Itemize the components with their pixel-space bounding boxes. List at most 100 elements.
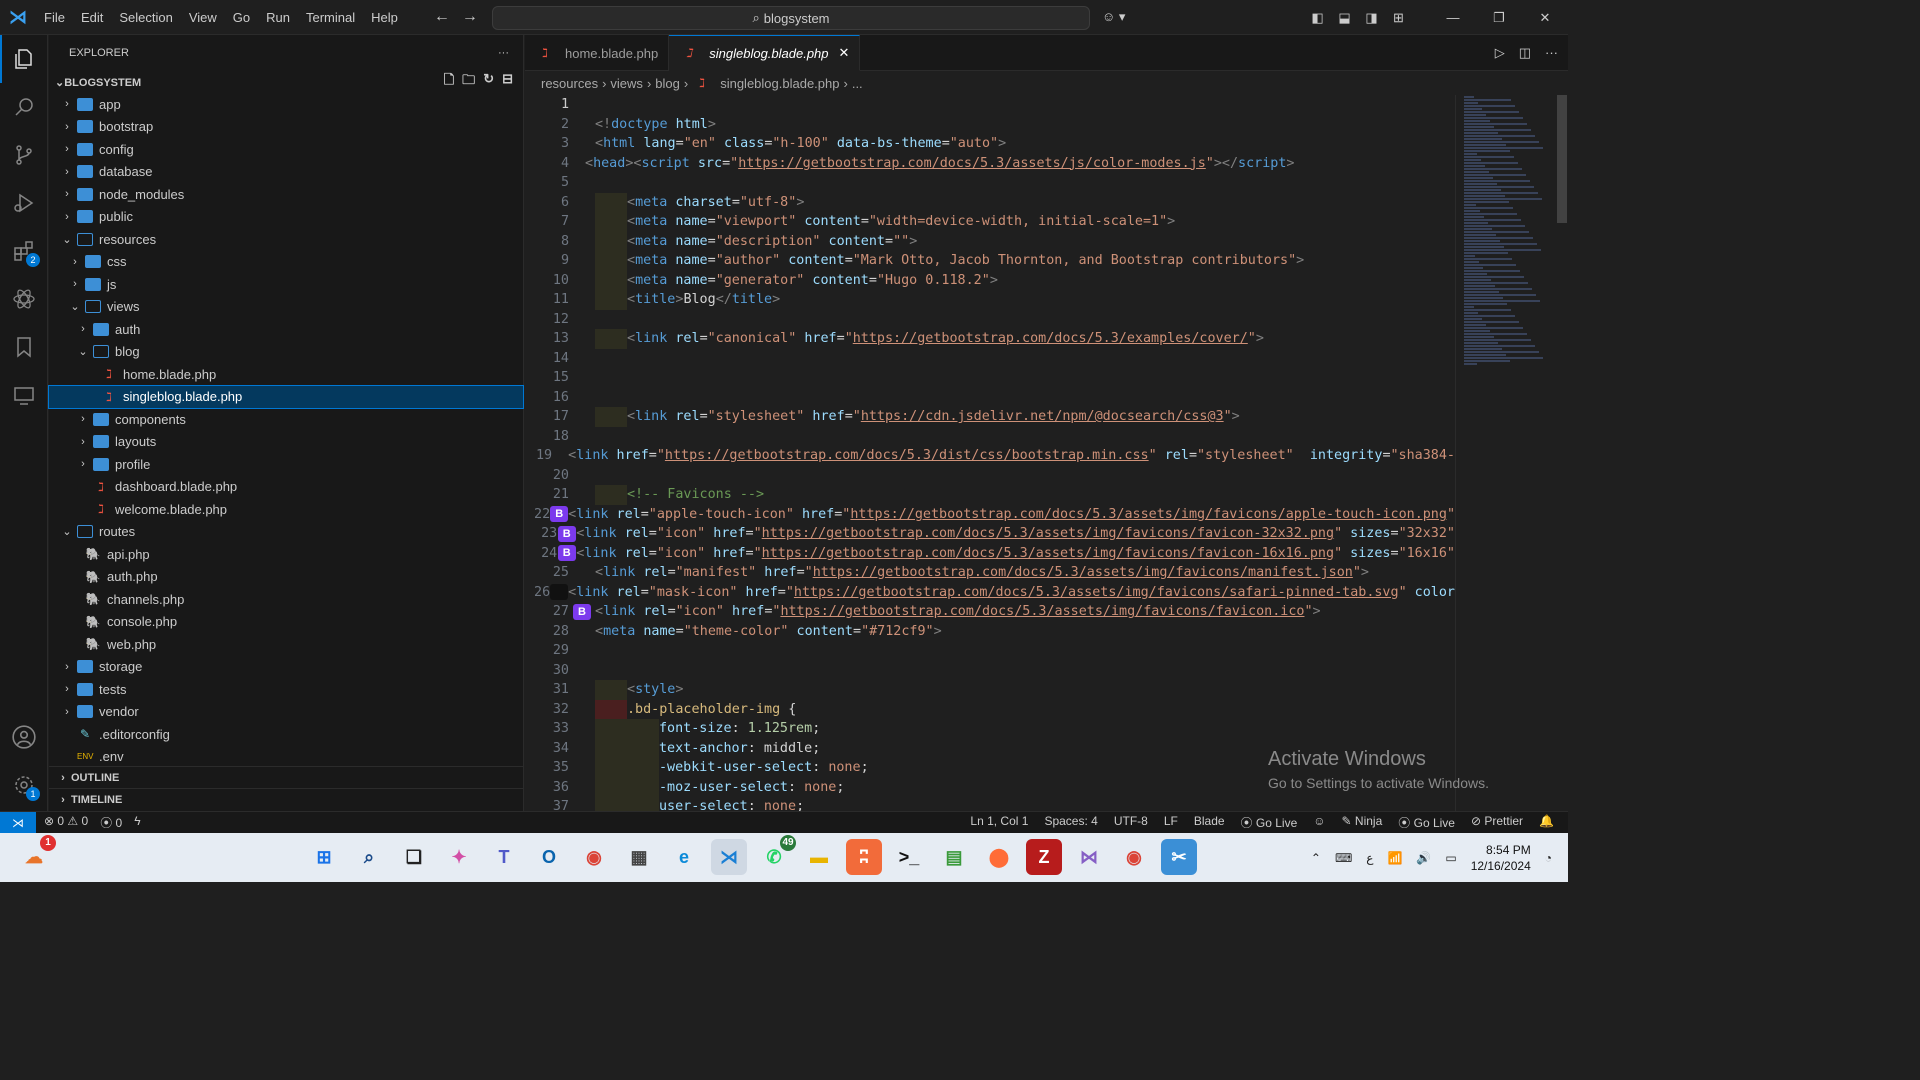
tree-folder[interactable]: › layouts [49,431,523,454]
tab-singleblog-blade[interactable]: ℷ singleblog.blade.php ✕ [669,35,861,71]
source-control-icon[interactable] [0,131,48,179]
toggle-panel-icon[interactable]: ⬓ [1331,10,1358,26]
copilot-status-icon[interactable]: ☺ [1313,814,1325,831]
tree-folder[interactable]: › node_modules [49,183,523,206]
tree-file[interactable]: ℷ dashboard.blade.php [49,476,523,499]
volume-icon[interactable]: 🔊 [1416,851,1431,865]
tray-chevron-icon[interactable]: ⌃ [1311,851,1321,865]
new-folder-icon[interactable]: 🗀 [462,71,475,93]
calculator-icon[interactable]: ▦ [621,839,657,875]
windows-start-icon[interactable]: ⊞ [306,839,342,875]
forward-arrow-icon[interactable]: → [462,8,478,26]
remote-explorer-icon[interactable] [0,371,48,419]
close-tab-icon[interactable]: ✕ [839,45,850,61]
vscode-taskbar-icon[interactable]: ⋊ [711,839,747,875]
close-icon[interactable]: ✕ [1522,10,1568,26]
breadcrumb-item[interactable]: ... [852,76,863,91]
code-editor[interactable]: 1 2 <! doctype html >3 < html lang = "en" class =… [525,95,1455,811]
react-icon[interactable] [0,275,48,323]
ports-indicator[interactable]: ⦿ 0 [100,814,122,831]
scrollbar-thumb[interactable] [1557,95,1567,223]
input-language[interactable]: ع [1366,851,1373,865]
more-actions-icon[interactable]: ··· [498,47,509,59]
edge-icon[interactable]: e [666,839,702,875]
command-center-search[interactable]: ⌕ blogsystem [492,6,1090,30]
project-header[interactable]: ⌄BLOGSYSTEM 🗋 🗀 ↻ ⊟ [49,71,523,93]
outlook-icon[interactable]: O [531,839,567,875]
tree-folder[interactable]: ⌄ resources [49,228,523,251]
chrome-icon[interactable]: ◉ [576,839,612,875]
copilot-icon[interactable]: ☺ ▾ [1102,9,1125,25]
notification-icon[interactable]: ◔ [1545,851,1552,865]
microsoft-store-icon[interactable]: ▤ [936,839,972,875]
postman-icon[interactable]: ⬤ [981,839,1017,875]
menu-go[interactable]: Go [225,0,258,35]
go-live-button-2[interactable]: ⦿ Go Live [1398,814,1455,831]
breadcrumb-item[interactable]: blog [655,76,680,91]
lightning-icon[interactable]: ϟ [134,814,140,831]
snipping-tool-icon[interactable]: ✂ [1161,839,1197,875]
tree-folder[interactable]: ⌄ views [49,296,523,319]
indentation[interactable]: Spaces: 4 [1044,814,1097,831]
tree-folder[interactable]: › auth [49,318,523,341]
chrome-icon-2[interactable]: ◉ [1116,839,1152,875]
tree-folder[interactable]: › profile [49,453,523,476]
explorer-icon[interactable] [0,35,48,83]
tree-file[interactable]: 🐘 api.php [49,543,523,566]
refresh-icon[interactable]: ↻ [483,71,494,93]
tree-folder[interactable]: › bootstrap [49,116,523,139]
tree-folder[interactable]: › tests [49,678,523,701]
tree-file[interactable]: ENV .env [49,746,523,769]
language-mode[interactable]: Blade [1194,814,1225,831]
tree-folder[interactable]: › js [49,273,523,296]
run-icon[interactable]: ▷ [1495,45,1505,61]
problems-indicator[interactable]: ⊗ 0 ⚠ 0 [44,814,88,831]
run-debug-icon[interactable] [0,179,48,227]
menu-view[interactable]: View [181,0,225,35]
filezilla-icon[interactable]: Z [1026,839,1062,875]
breadcrumb-item[interactable]: singleblog.blade.php [720,76,839,91]
tree-folder[interactable]: › vendor [49,701,523,724]
toggle-secondary-sidebar-icon[interactable]: ◨ [1358,10,1385,26]
task-view-icon[interactable]: ❏ [396,839,432,875]
collapse-all-icon[interactable]: ⊟ [502,71,513,93]
remote-indicator-icon[interactable]: ⋊ [0,811,36,834]
tree-folder[interactable]: › config [49,138,523,161]
breadcrumb-item[interactable]: views [610,76,643,91]
taskbar-search-icon[interactable]: ⌕ [351,839,387,875]
end-of-line[interactable]: LF [1164,814,1178,831]
timeline-section[interactable]: › TIMELINE [49,788,524,810]
menu-edit[interactable]: Edit [73,0,111,35]
copilot-app-icon[interactable]: ✦ [441,839,477,875]
settings-gear-icon[interactable]: 1 [0,761,48,809]
tree-file[interactable]: ℷ welcome.blade.php [49,498,523,521]
terminal-icon[interactable]: >_ [891,839,927,875]
tree-file[interactable]: 🐘 channels.php [49,588,523,611]
toggle-primary-sidebar-icon[interactable]: ◧ [1304,10,1331,26]
menu-help[interactable]: Help [363,0,406,35]
teams-icon[interactable]: T [486,839,522,875]
menu-terminal[interactable]: Terminal [298,0,363,35]
split-editor-icon[interactable]: ◫ [1519,45,1531,61]
weather-widget-icon[interactable]: ☁ 1 [16,835,56,875]
search-icon[interactable] [0,83,48,131]
ninja-button[interactable]: ✎ Ninja [1342,814,1383,831]
clock[interactable]: 8:54 PM 12/16/2024 [1471,842,1531,874]
tree-folder[interactable]: ⌄ blog [49,341,523,364]
restore-icon[interactable]: ❐ [1476,10,1522,26]
xampp-icon[interactable]: ʭ [846,839,882,875]
file-explorer-icon[interactable]: ▬ [801,839,837,875]
prettier-button[interactable]: ⊘ Prettier [1471,814,1523,831]
tree-folder[interactable]: › app [49,93,523,116]
tree-file[interactable]: 🐘 auth.php [49,566,523,589]
tree-folder[interactable]: › database [49,161,523,184]
tree-file[interactable]: ℷ singleblog.blade.php [48,384,524,409]
battery-icon[interactable]: ▭ [1445,851,1456,865]
tree-file[interactable]: 🐘 console.php [49,611,523,634]
go-live-button[interactable]: ⦿ Go Live [1241,814,1298,831]
tree-folder[interactable]: › public [49,206,523,229]
tree-file[interactable]: ℷ home.blade.php [49,363,523,386]
visual-studio-icon[interactable]: ⋈ [1071,839,1107,875]
wifi-icon[interactable]: 📶 [1387,851,1402,865]
tree-file[interactable]: 🐘 web.php [49,633,523,656]
